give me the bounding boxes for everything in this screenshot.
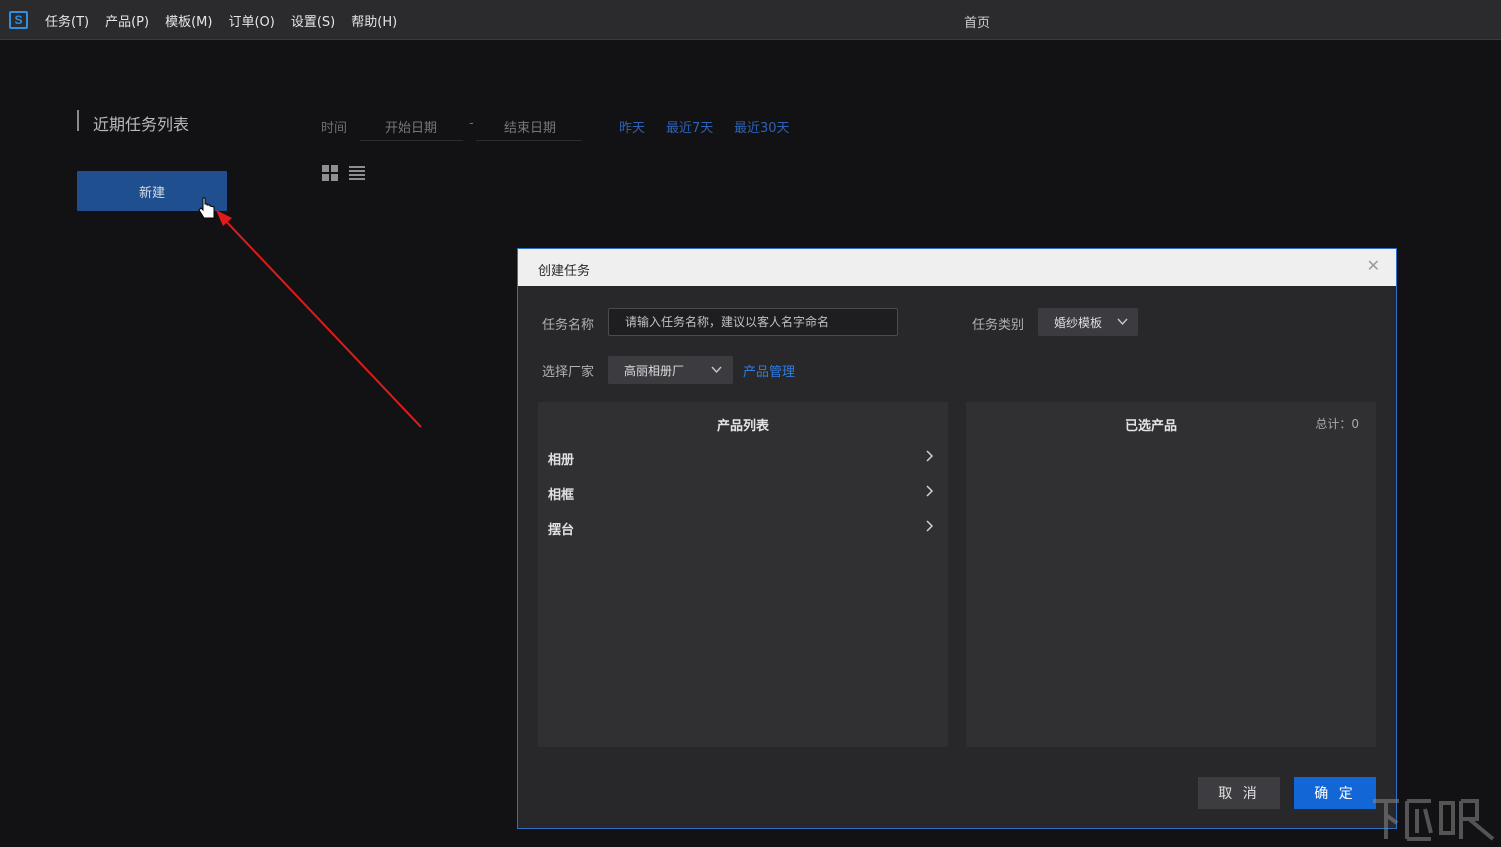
product-item-stand[interactable]: 摆台 xyxy=(538,509,948,544)
menu-order[interactable]: 订单(O) xyxy=(228,11,274,30)
product-list-title: 产品列表 xyxy=(716,419,769,434)
task-name-label: 任务名称 xyxy=(542,318,595,333)
grid-view-icon[interactable] xyxy=(322,165,338,181)
quick-link-7days[interactable]: 最近7天 xyxy=(666,117,713,136)
chevron-right-icon xyxy=(926,520,934,532)
chevron-down-icon xyxy=(711,366,722,374)
vendor-select[interactable]: 高丽相册厂 xyxy=(608,356,733,384)
dialog-header: 创建任务 ✕ xyxy=(518,249,1396,286)
chevron-right-icon xyxy=(926,485,934,497)
selected-products-panel: 已选产品 总计：0 xyxy=(966,402,1376,747)
watermark-logo xyxy=(1373,799,1495,841)
product-item-label: 相框 xyxy=(548,488,575,503)
menu-template[interactable]: 模板(M) xyxy=(165,11,212,30)
product-list-panel: 产品列表 相册 相框 摆台 xyxy=(538,402,948,747)
section-title: 近期任务列表 xyxy=(93,115,190,134)
cancel-button[interactable]: 取 消 xyxy=(1198,777,1280,809)
task-type-select[interactable]: 婚纱模板 xyxy=(1038,308,1138,336)
window-title: 首页 xyxy=(964,16,991,31)
confirm-button[interactable]: 确 定 xyxy=(1294,777,1376,809)
section-title-bar xyxy=(77,110,79,131)
close-icon[interactable]: ✕ xyxy=(1367,258,1380,274)
annotation-arrow xyxy=(216,210,422,428)
menubar: S 任务(T) 产品(P) 模板(M) 订单(O) 设置(S) 帮助(H) 首页 xyxy=(0,0,1501,40)
task-type-value: 婚纱模板 xyxy=(1054,316,1103,330)
start-date-field[interactable]: 开始日期 xyxy=(360,109,463,141)
chevron-down-icon xyxy=(1117,318,1128,326)
chevron-right-icon xyxy=(926,450,934,462)
product-item-label: 相册 xyxy=(548,453,575,468)
create-task-dialog: 创建任务 ✕ 任务名称 任务类别 婚纱模板 选择厂家 高丽相册厂 产品管理 产品… xyxy=(517,248,1397,829)
new-task-button[interactable]: 新建 xyxy=(77,171,227,211)
selected-total: 总计：0 xyxy=(1315,417,1359,431)
quick-link-yesterday[interactable]: 昨天 xyxy=(619,117,645,136)
menu-settings[interactable]: 设置(S) xyxy=(291,11,335,30)
menu-help[interactable]: 帮助(H) xyxy=(351,11,397,30)
date-separator: - xyxy=(469,116,474,131)
list-view-icon[interactable] xyxy=(349,165,365,181)
quick-link-30days[interactable]: 最近30天 xyxy=(734,117,790,136)
task-type-label: 任务类别 xyxy=(972,318,1025,333)
dialog-title: 创建任务 xyxy=(538,264,591,279)
menu-task[interactable]: 任务(T) xyxy=(45,11,89,30)
end-date-field[interactable]: 结束日期 xyxy=(476,109,582,141)
vendor-value: 高丽相册厂 xyxy=(624,364,685,378)
product-item-album[interactable]: 相册 xyxy=(538,439,948,474)
product-manage-link[interactable]: 产品管理 xyxy=(743,361,795,380)
menu-items: 任务(T) 产品(P) 模板(M) 订单(O) 设置(S) 帮助(H) xyxy=(45,0,413,40)
time-filter-label: 时间 xyxy=(321,121,348,136)
selected-products-title: 已选产品 xyxy=(1124,419,1177,434)
vendor-label: 选择厂家 xyxy=(542,365,595,380)
task-name-input[interactable] xyxy=(608,308,898,336)
product-item-label: 摆台 xyxy=(548,523,575,538)
app-logo-icon: S xyxy=(9,11,28,29)
product-item-frame[interactable]: 相框 xyxy=(538,474,948,509)
menu-product[interactable]: 产品(P) xyxy=(105,11,149,30)
